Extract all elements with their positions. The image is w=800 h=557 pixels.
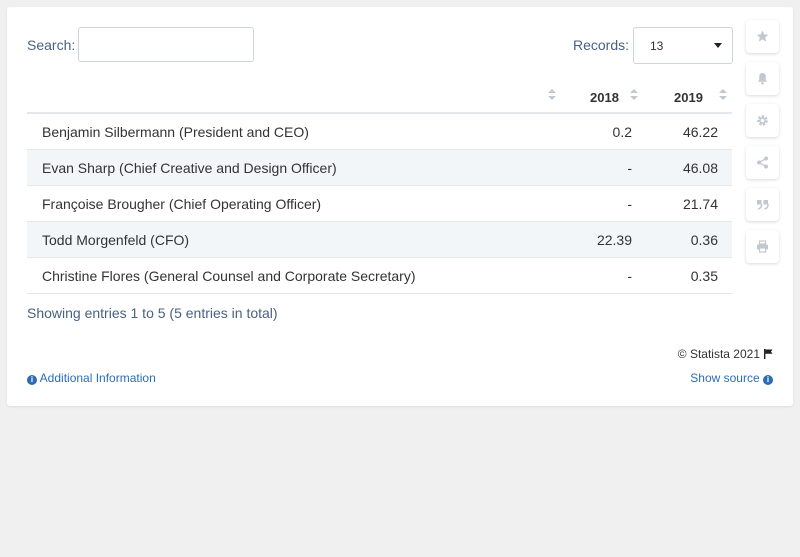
data-table: 2018 2019 Benjamin Silbermann (President… xyxy=(27,82,732,294)
share-icon xyxy=(757,156,768,169)
records-select[interactable]: 13 xyxy=(633,27,733,64)
bell-icon xyxy=(757,73,768,85)
row-value-2018: 22.39 xyxy=(596,232,632,248)
row-value-2018: - xyxy=(627,160,632,176)
row-name: Christine Flores (General Counsel and Co… xyxy=(42,268,416,284)
info-icon: i xyxy=(27,375,37,385)
row-value-2019: 21.74 xyxy=(682,196,718,212)
gear-icon xyxy=(757,115,768,126)
search-label: Search: xyxy=(27,37,76,53)
row-value-2019: 0.35 xyxy=(690,268,718,284)
show-source-link[interactable]: Show source i xyxy=(690,371,773,385)
settings-button[interactable] xyxy=(746,104,779,137)
sort-icon-name-column[interactable] xyxy=(548,89,556,103)
quote-icon xyxy=(757,200,769,210)
print-icon xyxy=(757,240,768,253)
row-name: Françoise Brougher (Chief Operating Offi… xyxy=(42,196,322,212)
table-row: Todd Morgenfeld (CFO) 22.39 0.36 xyxy=(27,222,732,258)
additional-information-label: Additional Information xyxy=(39,371,156,385)
sort-icon-2019[interactable] xyxy=(719,89,727,103)
print-button[interactable] xyxy=(746,230,779,263)
row-value-2018: - xyxy=(627,268,632,284)
row-name: Evan Sharp (Chief Creative and Design Of… xyxy=(42,160,337,176)
statista-table-card: Search: Records: 13 2018 2019 Benjamin S… xyxy=(7,7,793,406)
row-value-2019: 0.36 xyxy=(690,232,718,248)
table-row: Christine Flores (General Counsel and Co… xyxy=(27,258,732,294)
table-row: Evan Sharp (Chief Creative and Design Of… xyxy=(27,150,732,186)
show-source-label: Show source xyxy=(690,371,760,385)
column-header-2018[interactable]: 2018 xyxy=(590,90,619,105)
cite-button[interactable] xyxy=(746,188,779,221)
row-name: Benjamin Silbermann (President and CEO) xyxy=(42,124,309,140)
search-input[interactable] xyxy=(78,27,254,62)
copyright-text: © Statista 2021 xyxy=(677,347,760,361)
sort-icon-2018[interactable] xyxy=(630,89,638,103)
row-value-2019: 46.08 xyxy=(682,160,718,176)
row-value-2019: 46.22 xyxy=(682,124,718,140)
entries-summary: Showing entries 1 to 5 (5 entries in tot… xyxy=(27,305,278,321)
copyright-notice: © Statista 2021 xyxy=(678,347,773,361)
flag-icon[interactable] xyxy=(764,349,773,359)
notification-button[interactable] xyxy=(746,62,779,95)
table-row: Françoise Brougher (Chief Operating Offi… xyxy=(27,186,732,222)
column-header-2019[interactable]: 2019 xyxy=(674,90,703,105)
row-value-2018: - xyxy=(627,196,632,212)
chevron-down-icon xyxy=(714,43,722,48)
row-name: Todd Morgenfeld (CFO) xyxy=(42,232,190,248)
table-header: 2018 2019 xyxy=(27,82,732,114)
additional-information-link[interactable]: i Additional Information xyxy=(27,371,156,385)
share-button[interactable] xyxy=(746,146,779,179)
favorite-button[interactable] xyxy=(746,20,779,53)
star-icon xyxy=(756,30,769,42)
row-value-2018: 0.2 xyxy=(612,124,632,140)
table-row: Benjamin Silbermann (President and CEO) … xyxy=(27,114,732,150)
records-label: Records: xyxy=(573,37,630,53)
records-select-value: 13 xyxy=(650,39,664,53)
info-icon: i xyxy=(763,375,773,385)
